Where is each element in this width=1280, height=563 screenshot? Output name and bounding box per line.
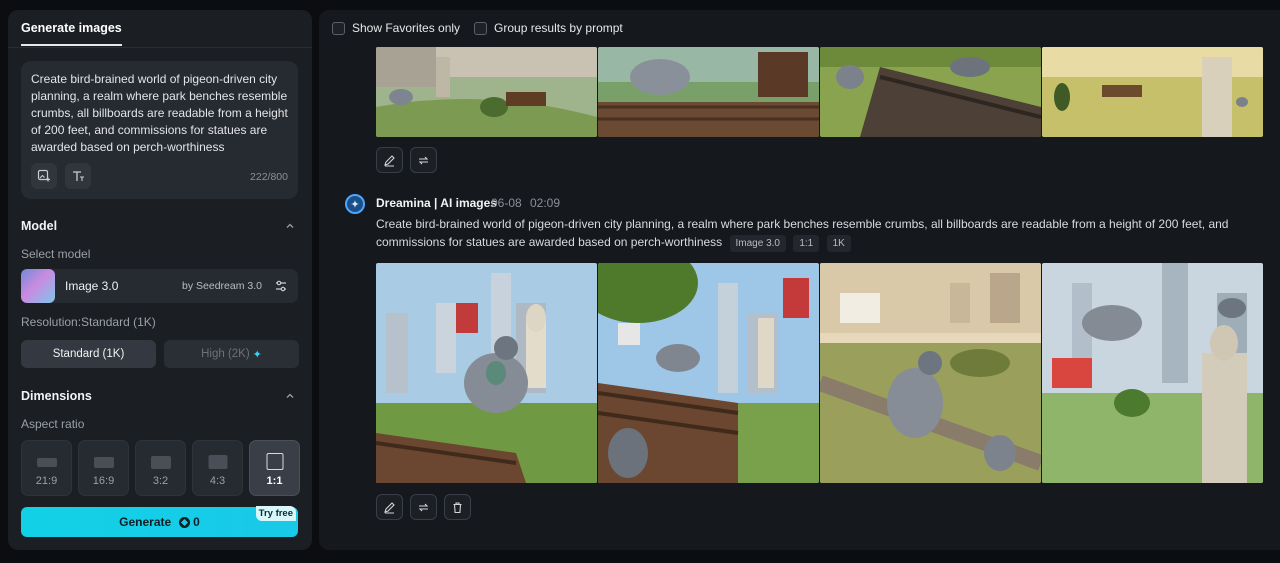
- generated-image[interactable]: [1042, 263, 1263, 483]
- ratio-shape-icon: [150, 456, 171, 469]
- ratio-option-16-9[interactable]: 16:9: [78, 440, 129, 496]
- repeat-icon: [418, 503, 429, 511]
- generated-image[interactable]: [598, 47, 819, 137]
- prompt-input[interactable]: Create bird-brained world of pigeon-driv…: [21, 61, 298, 199]
- tab-generate-images[interactable]: Generate images: [21, 21, 122, 46]
- aspect-ratio-label: Aspect ratio: [21, 417, 85, 431]
- tag-resolution: 1K: [826, 235, 851, 252]
- delete-button[interactable]: [444, 494, 471, 520]
- generation-prompt: Create bird-brained world of pigeon-driv…: [376, 215, 1276, 252]
- results-filters: Show Favorites only Group results by pro…: [332, 21, 623, 35]
- city-park-aerial-image: [820, 263, 1041, 483]
- model-thumbnail: [21, 269, 55, 303]
- generate-panel: Generate images Create bird-brained worl…: [8, 10, 312, 550]
- generated-image[interactable]: [1042, 47, 1263, 137]
- checkbox[interactable]: [474, 21, 488, 35]
- pencil-icon: [384, 154, 395, 166]
- generation-author: Dreamina | AI images: [376, 196, 497, 210]
- generation-actions: [376, 494, 471, 520]
- text-style-button[interactable]: [65, 163, 91, 189]
- dreamina-logo-icon: ✦: [345, 194, 365, 214]
- show-favorites-label: Show Favorites only: [352, 21, 461, 35]
- prompt-text[interactable]: Create bird-brained world of pigeon-driv…: [31, 71, 288, 156]
- dimensions-section-title: Dimensions: [21, 389, 92, 403]
- ratio-option-1-1[interactable]: 1:1: [249, 440, 300, 496]
- generate-label: Generate: [119, 515, 172, 529]
- ratio-label: 4:3: [209, 475, 226, 487]
- resolution-standard-label: Standard (1K): [52, 348, 125, 360]
- generation-image-row: [376, 263, 1263, 483]
- tag-ratio: 1:1: [793, 235, 820, 252]
- pigeon-bench-city-image: [376, 263, 597, 483]
- ratio-label: 21:9: [35, 475, 58, 487]
- ratio-label: 1:1: [266, 475, 283, 487]
- bench-closeup-image: [820, 47, 1041, 137]
- ratio-shape-icon: [266, 453, 283, 470]
- chevron-up-icon[interactable]: [284, 220, 296, 232]
- sparkle-icon: ✦: [252, 348, 262, 361]
- generated-image[interactable]: [598, 263, 819, 483]
- bench-pigeon-image: [598, 47, 819, 137]
- resolution-label: Resolution:Standard (1K): [21, 315, 156, 329]
- group-by-prompt-label: Group results by prompt: [494, 21, 623, 35]
- edit-button[interactable]: [376, 494, 403, 520]
- generation-date: 06-08: [491, 196, 522, 210]
- ratio-option-21-9[interactable]: 21:9: [21, 440, 72, 496]
- try-free-badge: Try free: [255, 506, 296, 521]
- select-model-label: Select model: [21, 247, 91, 261]
- group-by-prompt-toggle[interactable]: Group results by prompt: [474, 21, 623, 35]
- ratio-shape-icon: [208, 455, 227, 469]
- generated-image[interactable]: [376, 47, 597, 137]
- ratio-shape-icon: [36, 458, 57, 467]
- repeat-icon: [418, 156, 429, 164]
- reference-image-button[interactable]: [31, 163, 57, 189]
- chevron-up-icon[interactable]: [284, 390, 296, 402]
- previous-image-row: [376, 47, 1263, 137]
- generated-image[interactable]: [820, 47, 1041, 137]
- resolution-high-label: High (2K): [201, 348, 250, 360]
- edit-button[interactable]: [376, 147, 403, 173]
- pigeons-on-bench-image: [598, 263, 819, 483]
- trash-icon: [453, 501, 462, 513]
- model-name: Image 3.0: [65, 279, 119, 293]
- model-section-title: Model: [21, 219, 58, 233]
- generate-cost: 0: [193, 515, 200, 529]
- regenerate-button[interactable]: [410, 147, 437, 173]
- model-provider: by Seedream 3.0: [182, 280, 262, 292]
- generated-image[interactable]: [376, 263, 597, 483]
- park-scene-image: [376, 47, 597, 137]
- model-selector[interactable]: Image 3.0 by Seedream 3.0: [21, 269, 298, 303]
- results-panel: Show Favorites only Group results by pro…: [319, 10, 1280, 550]
- pencil-icon: [384, 501, 395, 513]
- tab-bar: Generate images: [8, 10, 312, 48]
- credit-icon: [179, 516, 191, 528]
- ratio-shape-icon: [93, 457, 114, 468]
- ratio-label: 3:2: [152, 475, 169, 487]
- resolution-high-button[interactable]: High (2K) ✦: [164, 340, 299, 368]
- resolution-standard-button[interactable]: Standard (1K): [21, 340, 156, 368]
- settings-sliders-icon[interactable]: [274, 279, 288, 293]
- regenerate-button[interactable]: [410, 494, 437, 520]
- image-add-icon: [37, 169, 50, 182]
- tag-model: Image 3.0: [729, 235, 786, 252]
- generation-time: 02:09: [530, 196, 561, 210]
- show-favorites-toggle[interactable]: Show Favorites only: [332, 21, 460, 35]
- statue-park-image: [1042, 47, 1263, 137]
- ratio-option-3-2[interactable]: 3:2: [135, 440, 186, 496]
- character-count: 222/800: [250, 171, 288, 183]
- previous-actions: [376, 147, 437, 173]
- text-icon: [73, 171, 84, 181]
- ratio-option-4-3[interactable]: 4:3: [192, 440, 243, 496]
- pigeon-statue-image: [1042, 263, 1263, 483]
- checkbox[interactable]: [332, 21, 345, 35]
- aspect-ratio-options: 21:9 16:9 3:2 4:3 1:1: [21, 440, 300, 496]
- ratio-label: 16:9: [92, 475, 115, 487]
- generated-image[interactable]: [820, 263, 1041, 483]
- generate-button[interactable]: Generate 0 Try free: [21, 506, 298, 537]
